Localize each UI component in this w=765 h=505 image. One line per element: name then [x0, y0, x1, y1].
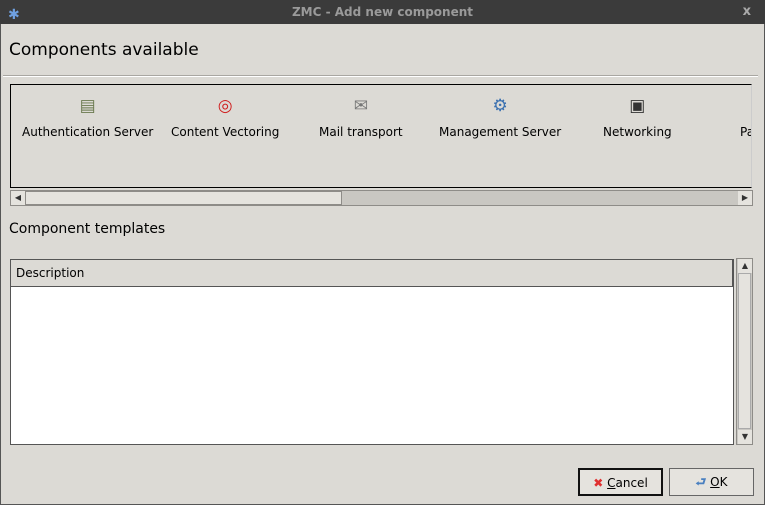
target-icon: ◎	[217, 96, 233, 116]
component-label: Pa	[740, 125, 751, 139]
ok-button[interactable]: ⮐ OK	[669, 468, 754, 496]
component-partial[interactable]: Pa	[740, 125, 751, 139]
mnemonic: O	[710, 475, 720, 489]
components-heading: Components available	[9, 40, 199, 60]
envelope-icon: ✉	[353, 96, 368, 116]
cancel-button[interactable]: ✖ Cancel	[578, 468, 663, 496]
scroll-down-button[interactable]: ▼	[738, 430, 752, 444]
scrollbar-thumb[interactable]	[738, 273, 751, 429]
vertical-scrollbar[interactable]: ▲ ▼	[736, 258, 753, 445]
component-mail-transport[interactable]: ✉ Mail transport	[319, 95, 403, 139]
horizontal-scrollbar[interactable]: ◀ ▶	[10, 190, 753, 206]
mnemonic: C	[607, 476, 616, 490]
button-label: ancel	[615, 476, 648, 490]
scroll-left-button[interactable]: ◀	[11, 191, 25, 205]
component-networking[interactable]: ▣ Networking	[603, 95, 672, 139]
components-list: ▤ Authentication Server ◎ Content Vector…	[10, 84, 752, 188]
scroll-up-button[interactable]: ▲	[738, 259, 752, 273]
component-label: Networking	[603, 125, 672, 139]
network-device-icon: ▣	[629, 96, 646, 116]
component-content-vectoring[interactable]: ◎ Content Vectoring	[171, 95, 279, 139]
gear-icon: ⚙	[492, 96, 508, 116]
templates-heading: Component templates	[9, 221, 166, 237]
window-title: ZMC - Add new component	[291, 5, 474, 19]
divider	[3, 75, 758, 77]
component-label: Content Vectoring	[171, 125, 280, 139]
title-bar: ✱ ZMC - Add new component x	[0, 0, 765, 24]
templates-table: Description	[10, 259, 734, 445]
id-card-icon: ▤	[79, 96, 96, 116]
component-label: Management Server	[439, 125, 562, 139]
component-label: Authentication Server	[22, 125, 154, 139]
scroll-right-button[interactable]: ▶	[738, 191, 752, 205]
component-authentication-server[interactable]: ▤ Authentication Server	[22, 95, 153, 139]
column-header-description[interactable]: Description	[11, 260, 733, 287]
component-label: Mail transport	[319, 125, 403, 139]
button-label: K	[719, 475, 728, 489]
enter-arrow-icon: ⮐	[695, 475, 707, 489]
cancel-icon: ✖	[593, 476, 604, 490]
close-button[interactable]: x	[743, 0, 751, 24]
scrollbar-thumb[interactable]	[25, 191, 342, 205]
component-management-server[interactable]: ⚙ Management Server	[439, 95, 561, 139]
